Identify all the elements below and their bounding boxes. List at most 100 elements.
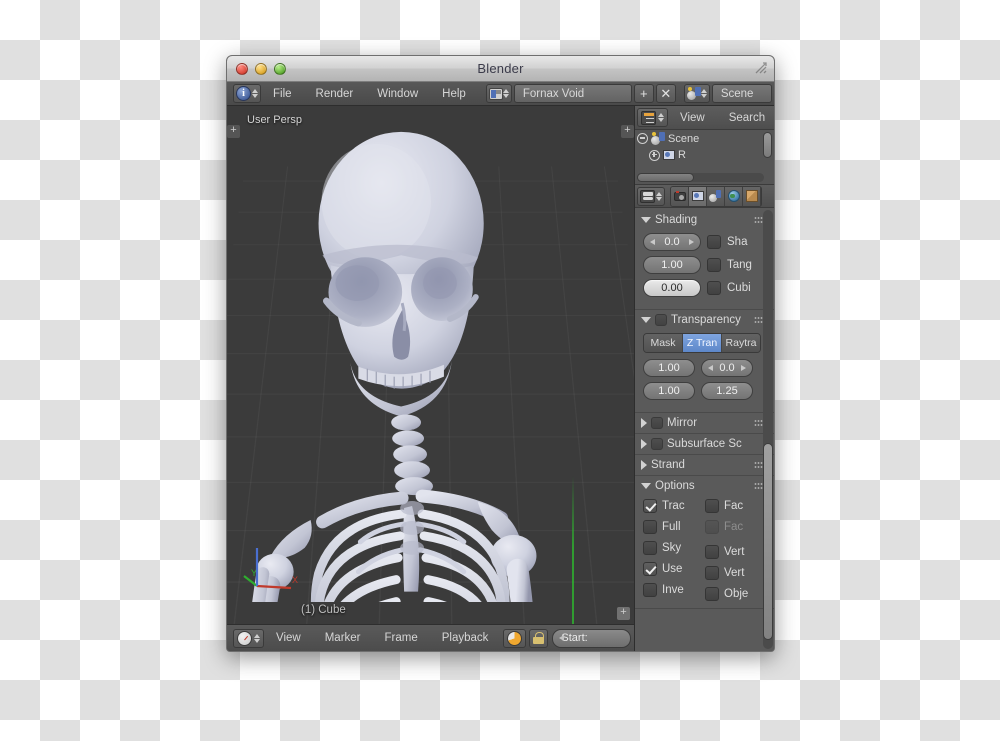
transparency-alpha-field[interactable]: 1.00 [643, 359, 695, 377]
decrement-arrow-icon[interactable] [559, 635, 565, 641]
screen-layout-name-field[interactable]: Fornax Void [513, 84, 632, 103]
chevron-right-icon[interactable] [641, 418, 647, 428]
shading-cubic-checkbox[interactable] [707, 281, 721, 295]
list-item[interactable]: R [635, 147, 774, 163]
tab-object[interactable] [743, 186, 761, 206]
tab-world[interactable] [725, 186, 743, 206]
panel-title: Mirror [667, 417, 698, 429]
subsurface-enable-checkbox[interactable] [651, 438, 663, 450]
decrement-arrow-icon[interactable] [650, 239, 655, 245]
field-value: 0.00 [661, 282, 683, 294]
option-vertex-color-light[interactable]: Vert [705, 566, 748, 580]
resize-icon[interactable] [754, 61, 768, 75]
option-face-texture[interactable]: Fac [705, 499, 748, 513]
tab-render-layers[interactable] [689, 186, 707, 206]
option-sky[interactable]: Sky [643, 541, 701, 555]
sky-checkbox[interactable] [643, 541, 657, 555]
editor-type-selector-outliner[interactable] [637, 108, 668, 127]
scrollbar-thumb[interactable] [763, 442, 773, 641]
use-mist-checkbox[interactable] [643, 562, 657, 576]
panel-options-header[interactable]: Options [635, 476, 774, 496]
options-left-column: Trac Full Sky Use Inve [643, 499, 701, 601]
expand-icon[interactable] [649, 149, 660, 161]
outliner-tree[interactable]: Scene R [635, 130, 774, 184]
increment-arrow-icon[interactable] [689, 239, 694, 245]
menu-render[interactable]: Render [304, 86, 366, 102]
mirror-enable-checkbox[interactable] [651, 417, 663, 429]
vertex-color-light-checkbox[interactable] [705, 566, 719, 580]
properties-scrollbar[interactable] [763, 210, 773, 649]
properties-content[interactable]: Shading 0.0 Sha 1.00 Tang 0.00 Cubi Tran… [635, 208, 774, 651]
chevron-down-icon[interactable] [641, 317, 651, 323]
scene-name-field[interactable]: Scene [711, 84, 772, 103]
timeline-menu-playback[interactable]: Playback [430, 630, 501, 646]
outliner-vertical-scrollbar[interactable] [763, 132, 772, 158]
shading-shadeless-checkbox[interactable] [707, 235, 721, 249]
tab-scene[interactable] [707, 186, 725, 206]
menu-help[interactable]: Help [430, 86, 478, 102]
transparency-row-2: 1.00 1.25 [643, 382, 768, 400]
transparency-mode-mask[interactable]: Mask [644, 334, 683, 352]
panel-subsurface-header[interactable]: Subsurface Sc [635, 434, 774, 454]
add-layout-button[interactable]: + [633, 84, 654, 103]
decrement-arrow-icon[interactable] [708, 365, 713, 371]
shading-translucency-field[interactable]: 0.00 [643, 279, 701, 297]
outliner-menu-search[interactable]: Search [717, 110, 774, 126]
shading-emit-field[interactable]: 0.0 [643, 233, 701, 251]
option-object-color[interactable]: Obje [705, 587, 748, 601]
panel-transparency-header[interactable]: Transparency [635, 310, 774, 330]
timeline-menu-frame[interactable]: Frame [373, 630, 430, 646]
chevron-down-icon[interactable] [641, 483, 651, 489]
collapse-icon[interactable] [637, 133, 648, 144]
menu-file[interactable]: File [261, 86, 304, 102]
editor-type-selector-info[interactable]: i [233, 84, 261, 103]
lock-time-button[interactable] [529, 628, 549, 648]
invert-z-checkbox[interactable] [643, 583, 657, 597]
auto-keyframe-button[interactable] [503, 628, 527, 648]
transparency-mode-raytrace[interactable]: Raytra [722, 334, 760, 352]
object-color-checkbox[interactable] [705, 587, 719, 601]
screen-layout-selector[interactable] [485, 84, 512, 103]
chevron-right-icon[interactable] [641, 460, 647, 470]
panel-strand-header[interactable]: Strand [635, 455, 774, 475]
editor-type-selector-properties[interactable] [637, 186, 665, 206]
transparency-enable-checkbox[interactable] [655, 314, 667, 326]
remove-layout-button[interactable]: ✕ [655, 84, 676, 103]
timeline-menu-marker[interactable]: Marker [313, 630, 373, 646]
scrollbar-thumb[interactable] [637, 173, 695, 182]
chevron-down-icon[interactable] [641, 217, 651, 223]
vertex-color-paint-checkbox[interactable] [705, 545, 719, 559]
tab-render[interactable] [671, 186, 689, 206]
option-use-mist[interactable]: Use [643, 562, 701, 576]
traceable-checkbox[interactable] [643, 499, 657, 513]
panel-mirror-header[interactable]: Mirror [635, 413, 774, 433]
transparency-fresnel-field[interactable]: 0.0 [701, 359, 753, 377]
increment-arrow-icon[interactable] [741, 365, 746, 371]
transparency-spec-field[interactable]: 1.00 [643, 382, 695, 400]
scene-selector[interactable] [683, 84, 710, 103]
3d-viewport[interactable]: User Persp (1) Cube X Y + + + [227, 106, 634, 624]
timeline-menu-view[interactable]: View [264, 630, 313, 646]
viewport-right-panel-toggle[interactable]: + [621, 125, 634, 138]
shading-ambient-field[interactable]: 1.00 [643, 256, 701, 274]
panel-shading-header[interactable]: Shading [635, 210, 774, 230]
chevron-right-icon[interactable] [641, 439, 647, 449]
start-frame-field[interactable]: Start: [552, 628, 631, 648]
viewport-left-toolshelf-toggle[interactable]: + [227, 125, 240, 138]
option-vertex-color-paint[interactable]: Vert [705, 545, 748, 559]
transparency-mode-ztransp[interactable]: Z Tran [683, 334, 722, 352]
shading-tangent-checkbox[interactable] [707, 258, 721, 272]
start-frame-label: Start: [561, 632, 588, 644]
outliner-menu-view[interactable]: View [668, 110, 717, 126]
editor-type-selector-timeline[interactable] [233, 628, 264, 648]
menu-window[interactable]: Window [365, 86, 430, 102]
option-full-oversampling[interactable]: Full [643, 520, 701, 534]
option-traceable[interactable]: Trac [643, 499, 701, 513]
transparency-blend-field[interactable]: 1.25 [701, 382, 753, 400]
face-texture-checkbox[interactable] [705, 499, 719, 513]
full-oversampling-checkbox[interactable] [643, 520, 657, 534]
list-item[interactable]: Scene [635, 130, 774, 147]
option-invert-z[interactable]: Inve [643, 583, 701, 597]
viewport-corner-widget[interactable]: + [617, 607, 630, 620]
outliner-horizontal-scrollbar[interactable] [637, 173, 764, 182]
